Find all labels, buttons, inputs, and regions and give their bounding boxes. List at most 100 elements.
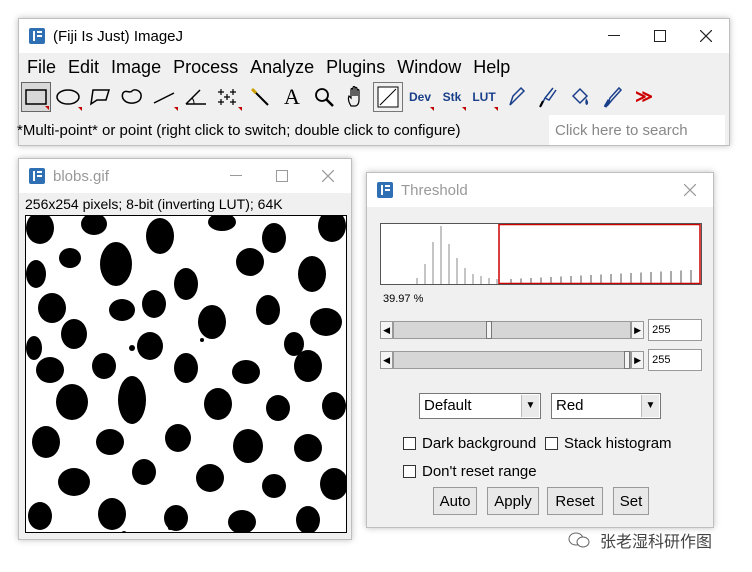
blobs-titlebar[interactable]: blobs.gif (19, 159, 351, 193)
dark-background-option[interactable]: Dark background (403, 435, 536, 452)
method-select[interactable]: Default ▼ (419, 393, 541, 419)
threshold-window: Threshold 39.97 % ◀ ▶ 255 ◀ ▶ 255 Defaul… (366, 172, 714, 528)
menu-plugins[interactable]: Plugins (322, 53, 393, 81)
maximize-icon (276, 170, 288, 182)
histogram-plot (416, 223, 701, 285)
multipoint-tool[interactable] (213, 82, 243, 112)
minimize-icon (230, 175, 242, 176)
blobs-image-window: blobs.gif 256x254 pixels; 8-bit (inverti… (18, 158, 352, 540)
close-icon (684, 184, 696, 196)
menu-image[interactable]: Image (107, 53, 169, 81)
max-threshold-row: ◀ ▶ 255 (380, 349, 702, 371)
main-window-title: (Fiji Is Just) ImageJ (53, 27, 184, 45)
blobs-window-title: blobs.gif (53, 167, 109, 185)
brush-tool[interactable] (533, 82, 563, 112)
hand-tool[interactable] (341, 82, 371, 112)
magnifier-icon (315, 88, 334, 107)
freehand-icon (121, 89, 142, 104)
search-input[interactable]: Click here to search (549, 115, 725, 145)
min-threshold-row: ◀ ▶ 255 (380, 319, 702, 341)
stack-histogram-checkbox[interactable] (545, 437, 558, 450)
max-slider-thumb[interactable] (624, 351, 631, 369)
menu-analyze[interactable]: Analyze (246, 53, 322, 81)
dont-reset-checkbox[interactable] (403, 465, 416, 478)
chevron-down-icon: ▼ (521, 395, 539, 417)
auto-button[interactable]: Auto (433, 487, 477, 515)
watermark: 张老湿科研作图 (568, 528, 712, 552)
maximize-icon (654, 30, 666, 42)
maximize-button[interactable] (637, 19, 683, 53)
threshold-window-title: Threshold (401, 181, 468, 199)
more-tools[interactable]: ≫ (629, 82, 659, 112)
menu-file[interactable]: File (23, 53, 64, 81)
min-slider-thumb[interactable] (486, 321, 493, 339)
fiji-app-icon (29, 168, 45, 184)
stk-tool[interactable]: Stk (437, 82, 467, 112)
status-bar: *Multi-point* or point (right click to s… (17, 113, 729, 147)
chevron-down-icon: ▼ (641, 395, 659, 417)
stack-histogram-label: Stack histogram (564, 435, 672, 452)
dont-reset-option[interactable]: Don't reset range (403, 463, 537, 480)
hand-icon (347, 86, 360, 107)
angle-tool[interactable] (181, 82, 211, 112)
main-titlebar[interactable]: (Fiji Is Just) ImageJ (19, 19, 729, 53)
max-increment-button[interactable]: ▶ (631, 351, 645, 369)
dev-tool[interactable]: Dev (405, 82, 435, 112)
method-value: Default (424, 397, 472, 414)
rectangle-tool[interactable] (21, 82, 51, 112)
line-tool[interactable] (149, 82, 179, 112)
right-arrow-icon: ▶ (634, 324, 642, 335)
max-threshold-field[interactable]: 255 (648, 349, 702, 371)
freehand-tool[interactable] (117, 82, 147, 112)
flood-fill-tool[interactable] (565, 82, 595, 112)
menu-edit[interactable]: Edit (64, 53, 107, 81)
imagej-main-window: (Fiji Is Just) ImageJ File Edit Image Proce… (17, 18, 730, 147)
wand-icon (250, 87, 269, 106)
color-picker-icon (377, 86, 399, 108)
lut-tool[interactable]: LUT (469, 82, 499, 112)
threshold-titlebar[interactable]: Threshold (367, 173, 713, 207)
close-icon (700, 30, 712, 42)
pencil-tool[interactable] (501, 82, 531, 112)
wand-tool[interactable] (245, 82, 275, 112)
dark-background-checkbox[interactable] (403, 437, 416, 450)
stack-histogram-option[interactable]: Stack histogram (545, 435, 672, 452)
line-icon (153, 92, 175, 104)
brush-icon (539, 87, 557, 108)
polygon-tool[interactable] (85, 82, 115, 112)
status-text: *Multi-point* or point (right click to s… (17, 121, 461, 139)
text-tool[interactable]: A (277, 82, 307, 112)
menu-window[interactable]: Window (393, 53, 469, 81)
minimize-button[interactable] (591, 19, 637, 53)
fiji-app-icon (29, 28, 45, 44)
min-decrement-button[interactable]: ◀ (380, 321, 394, 339)
fiji-app-icon (377, 182, 393, 198)
min-increment-button[interactable]: ▶ (631, 321, 645, 339)
close-button[interactable] (305, 159, 351, 193)
blobs-image-canvas[interactable] (25, 215, 347, 533)
min-threshold-field[interactable]: 255 (648, 319, 702, 341)
left-arrow-icon: ◀ (383, 354, 390, 365)
oval-tool[interactable] (53, 82, 83, 112)
color-picker-tool[interactable] (373, 82, 403, 112)
close-button[interactable] (683, 19, 729, 53)
blobs-image (26, 216, 346, 532)
display-select[interactable]: Red ▼ (551, 393, 661, 419)
paintbrush-tool[interactable] (597, 82, 627, 112)
apply-button[interactable]: Apply (487, 487, 539, 515)
flood-fill-icon (571, 87, 589, 105)
set-button[interactable]: Set (613, 487, 649, 515)
minimize-button[interactable] (213, 159, 259, 193)
menu-process[interactable]: Process (169, 53, 246, 81)
max-threshold-slider[interactable] (393, 351, 632, 369)
max-decrement-button[interactable]: ◀ (380, 351, 394, 369)
maximize-button[interactable] (259, 159, 305, 193)
reset-button[interactable]: Reset (547, 487, 603, 515)
menu-help[interactable]: Help (469, 53, 518, 81)
close-button[interactable] (667, 173, 713, 207)
min-threshold-slider[interactable] (393, 321, 632, 339)
menu-bar: File Edit Image Process Analyze Plugins Window… (19, 53, 729, 81)
zoom-tool[interactable] (309, 82, 339, 112)
wechat-icon (568, 532, 590, 548)
rectangle-icon (25, 89, 47, 105)
